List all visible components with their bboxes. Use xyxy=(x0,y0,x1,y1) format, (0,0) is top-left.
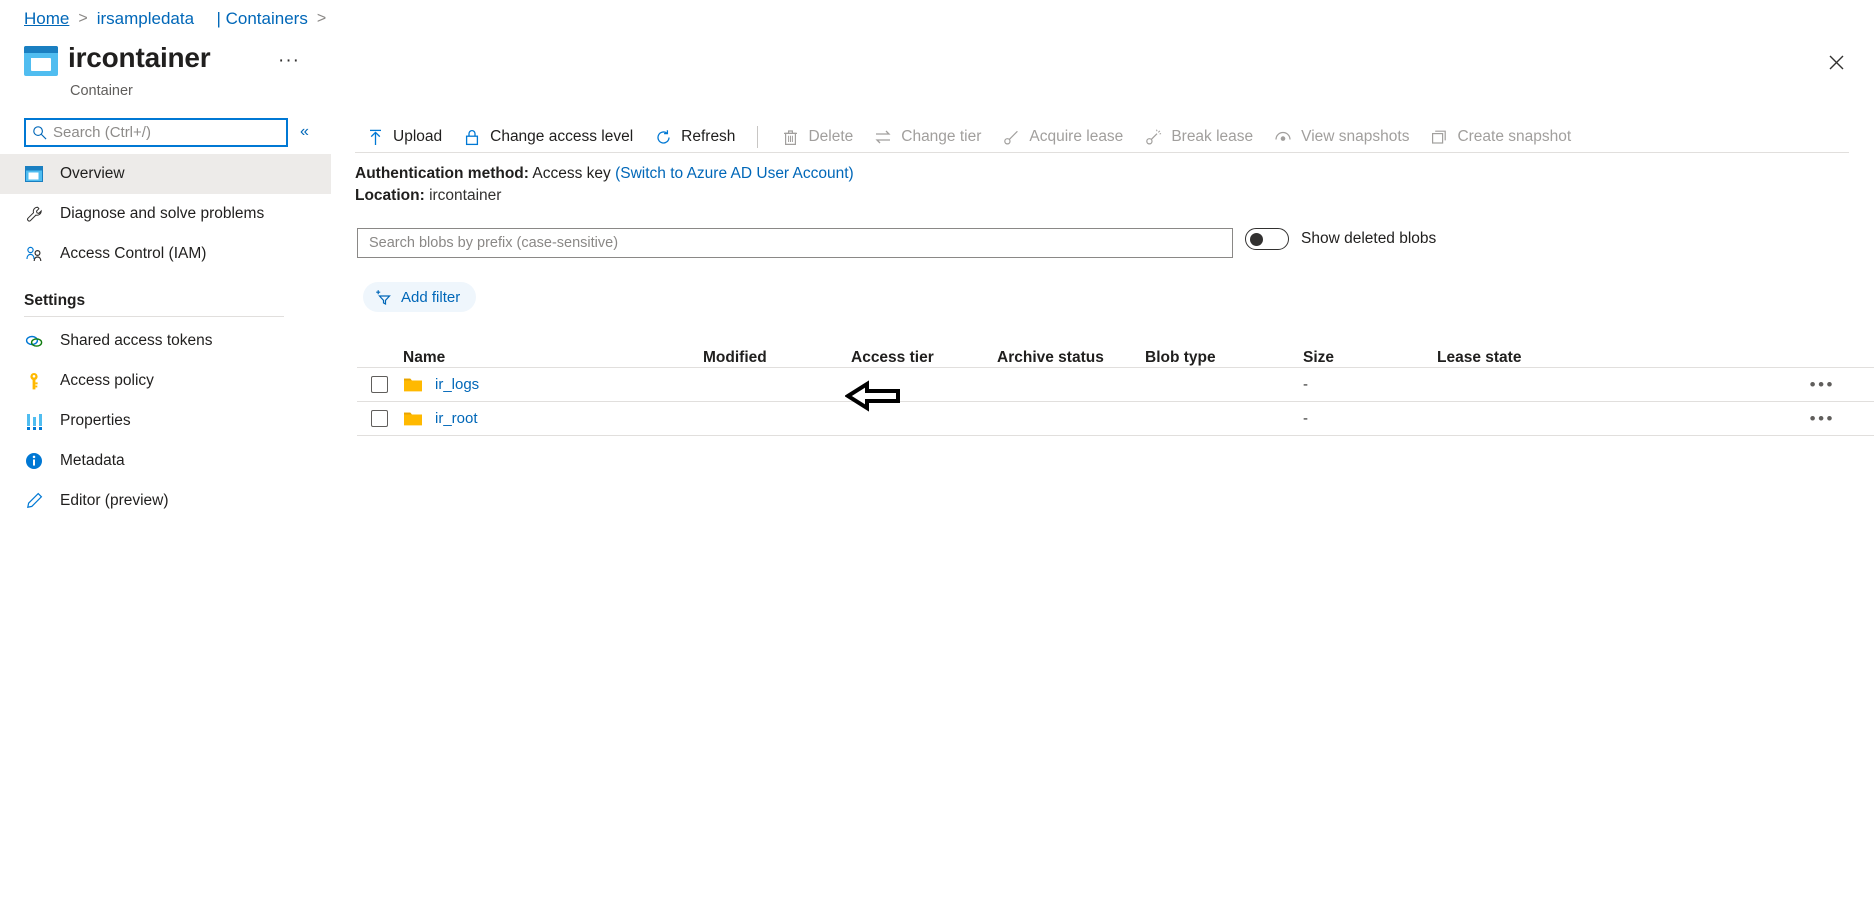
page-title: ircontainer xyxy=(68,42,211,73)
row-name-link[interactable]: ir_root xyxy=(435,410,478,427)
show-deleted-blobs-toggle[interactable] xyxy=(1245,228,1289,250)
row-name-cell: ir_logs xyxy=(403,376,703,393)
page-subtitle: Container xyxy=(70,83,133,99)
sidebar: « Overview Diagnose and xyxy=(0,118,331,913)
sidebar-item-label: Properties xyxy=(60,412,131,429)
breadcrumb-separator-2: > xyxy=(316,10,327,27)
sidebar-item-access-control-iam[interactable]: Access Control (IAM) xyxy=(0,234,331,274)
info-icon xyxy=(24,451,44,471)
search-input[interactable] xyxy=(53,121,280,144)
people-icon xyxy=(24,244,44,264)
column-header-name[interactable]: Name xyxy=(403,349,703,367)
sidebar-item-label: Overview xyxy=(60,165,125,182)
overview-icon xyxy=(24,164,44,184)
sidebar-item-label: Access Control (IAM) xyxy=(60,245,207,262)
row-context-menu-button[interactable]: ••• xyxy=(1810,376,1835,393)
row-checkbox-cell xyxy=(357,376,403,393)
sidebar-item-diagnose-and-solve-problems[interactable]: Diagnose and solve problems xyxy=(0,194,331,234)
link-icon xyxy=(24,331,44,351)
table-row[interactable]: ir_root - ••• xyxy=(357,402,1874,436)
switch-auth-link[interactable]: (Switch to Azure AD User Account) xyxy=(615,165,854,182)
azure-portal-container-blade: Home > irsampledata | Containers > ircon… xyxy=(0,0,1874,913)
sidebar-item-editor-preview[interactable]: Editor (preview) xyxy=(0,481,331,521)
row-name-link[interactable]: ir_logs xyxy=(435,376,479,393)
add-filter-icon xyxy=(375,288,393,306)
row-checkbox-cell xyxy=(357,410,403,427)
location-value: ircontainer xyxy=(429,187,502,204)
column-header-modified[interactable]: Modified xyxy=(703,349,851,367)
authentication-method-line: Authentication method: Access key (Switc… xyxy=(355,165,854,183)
breadcrumb-separator: > xyxy=(78,10,88,27)
sidebar-item-access-policy[interactable]: Access policy xyxy=(0,361,331,401)
row-size: - xyxy=(1303,410,1308,427)
add-filter-label: Add filter xyxy=(401,288,461,306)
breadcrumb: Home > irsampledata | Containers > xyxy=(24,8,335,30)
add-filter-button[interactable]: Add filter xyxy=(363,282,477,312)
sidebar-item-overview[interactable]: Overview xyxy=(0,154,331,194)
container-icon xyxy=(24,46,58,78)
show-deleted-blobs-label: Show deleted blobs xyxy=(1301,230,1437,247)
sidebar-item-metadata[interactable]: Metadata xyxy=(0,441,331,481)
search-icon xyxy=(32,125,47,140)
blob-table: Name Modified Access tier Archive status… xyxy=(357,330,1874,436)
column-header-lease-state[interactable]: Lease state xyxy=(1437,349,1737,367)
breadcrumb-item-storage-account[interactable]: irsampledata xyxy=(97,8,194,30)
collapse-sidebar-button[interactable]: « xyxy=(300,123,309,141)
authentication-method-value: Access key xyxy=(532,165,611,182)
row-name-cell: ir_root xyxy=(403,410,703,427)
blob-search-input[interactable] xyxy=(367,234,1223,252)
column-header-access-tier[interactable]: Access tier xyxy=(851,349,997,367)
info-block: Authentication method: Access key (Switc… xyxy=(355,0,1874,913)
row-checkbox[interactable] xyxy=(371,376,388,393)
column-header-archive-status[interactable]: Archive status xyxy=(997,349,1145,367)
folder-icon xyxy=(403,410,423,427)
breadcrumb-item-containers[interactable]: | Containers xyxy=(216,8,307,30)
show-deleted-blobs-control: Show deleted blobs xyxy=(1245,228,1436,250)
breadcrumb-item-home[interactable]: Home xyxy=(24,8,69,30)
row-checkbox[interactable] xyxy=(371,410,388,427)
location-label: Location: xyxy=(355,187,425,204)
blob-search-box[interactable] xyxy=(357,228,1233,258)
row-size: - xyxy=(1303,376,1308,393)
sidebar-nav-list: Overview Diagnose and solve problems Acc… xyxy=(0,154,331,521)
pencil-icon xyxy=(24,491,44,511)
sidebar-search[interactable] xyxy=(24,118,288,147)
sidebar-divider xyxy=(24,316,284,317)
sidebar-item-label: Metadata xyxy=(60,452,125,469)
row-context-menu-button[interactable]: ••• xyxy=(1810,410,1835,427)
sidebar-item-label: Shared access tokens xyxy=(60,332,213,349)
sidebar-group-settings-title: Settings xyxy=(24,292,86,309)
sidebar-item-label: Editor (preview) xyxy=(60,492,169,509)
sidebar-item-properties[interactable]: Properties xyxy=(0,401,331,441)
sidebar-item-label: Diagnose and solve problems xyxy=(60,205,265,222)
table-row[interactable]: ir_logs - ••• xyxy=(357,368,1874,412)
column-header-blob-type[interactable]: Blob type xyxy=(1145,349,1303,367)
key-icon xyxy=(24,371,44,391)
wrench-icon xyxy=(24,204,44,224)
sidebar-item-shared-access-tokens[interactable]: Shared access tokens xyxy=(0,321,331,361)
row-actions-cell: ••• xyxy=(1737,376,1857,393)
main-content: Upload Change access level Refresh Delet… xyxy=(331,0,1874,913)
folder-icon xyxy=(403,376,423,393)
more-options-button[interactable]: ··· xyxy=(278,50,300,72)
bars-icon xyxy=(24,411,44,431)
sidebar-item-label: Access policy xyxy=(60,372,154,389)
row-actions-cell: ••• xyxy=(1737,410,1857,427)
table-header-row: Name Modified Access tier Archive status… xyxy=(357,330,1874,368)
column-header-size[interactable]: Size xyxy=(1303,349,1437,367)
authentication-method-label: Authentication method: xyxy=(355,165,529,182)
location-line: Location: ircontainer xyxy=(355,187,501,205)
